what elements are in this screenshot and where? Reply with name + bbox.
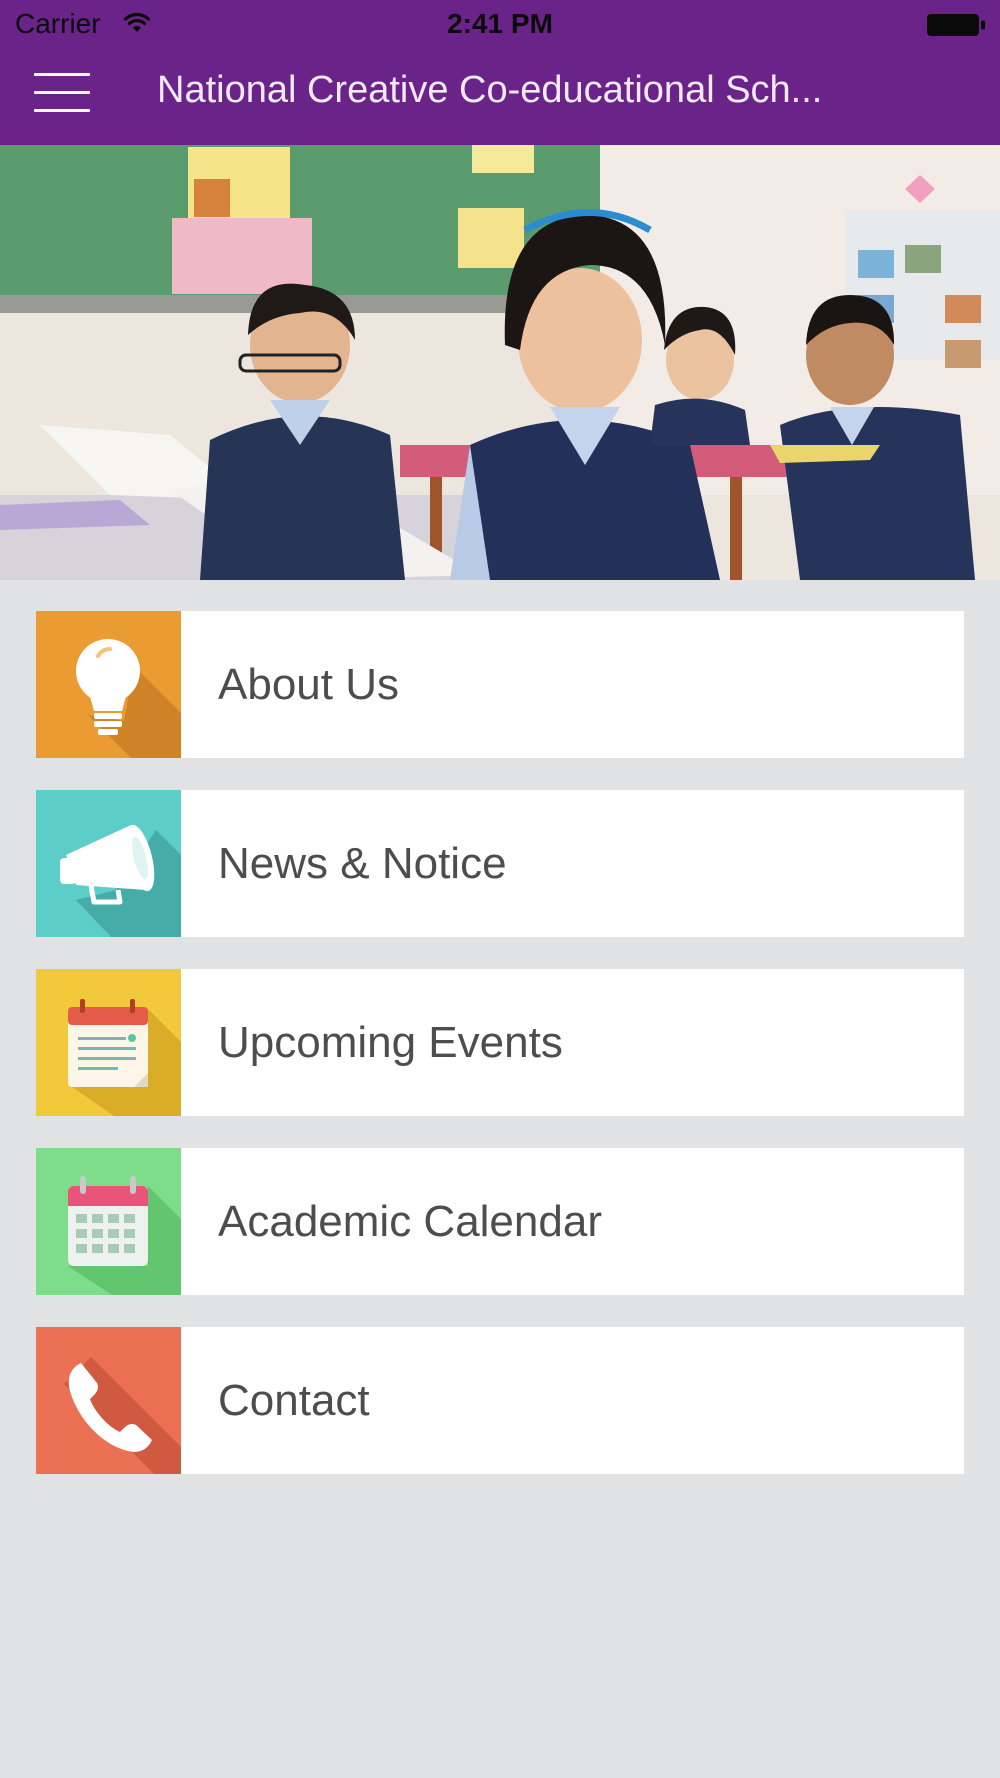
contact-tile xyxy=(36,1327,181,1474)
academic-calendar-tile xyxy=(36,1148,181,1295)
menu-item-upcoming-events[interactable]: Upcoming Events xyxy=(36,969,964,1116)
page-title: National Creative Co-educational Sch... xyxy=(157,69,823,111)
status-time: 2:41 PM xyxy=(447,8,553,39)
phone-icon xyxy=(36,1327,181,1474)
classroom-hero-image xyxy=(0,145,1000,580)
notepad-calendar-icon xyxy=(36,969,181,1116)
menu-item-contact[interactable]: Contact xyxy=(36,1327,964,1474)
menu-item-news-notice[interactable]: News & Notice xyxy=(36,790,964,937)
top-bar: Carrier 2:41 PM National Creative Co-edu… xyxy=(0,0,1000,145)
app-screen: Carrier 2:41 PM National Creative Co-edu… xyxy=(0,0,1000,1778)
main-menu-list: About Us News & Notice Upcoming Events A… xyxy=(36,611,964,1506)
status-bar: Carrier 2:41 PM xyxy=(0,0,1000,50)
calendar-grid-icon xyxy=(36,1148,181,1295)
menu-item-academic-calendar[interactable]: Academic Calendar xyxy=(36,1148,964,1295)
menu-item-about-us[interactable]: About Us xyxy=(36,611,964,758)
upcoming-events-tile xyxy=(36,969,181,1116)
classroom-photo xyxy=(0,145,1000,580)
about-us-tile xyxy=(36,611,181,758)
megaphone-icon xyxy=(36,790,181,937)
menu-item-label: About Us xyxy=(218,660,399,709)
lightbulb-icon xyxy=(36,611,181,758)
menu-item-label: Academic Calendar xyxy=(218,1197,602,1246)
hamburger-menu-icon[interactable] xyxy=(30,60,94,124)
menu-item-label: Contact xyxy=(218,1376,370,1425)
news-notice-tile xyxy=(36,790,181,937)
menu-item-label: News & Notice xyxy=(218,839,507,888)
battery-icon xyxy=(927,14,985,36)
navigation-bar: National Creative Co-educational Sch... xyxy=(0,50,1000,145)
menu-item-label: Upcoming Events xyxy=(218,1018,563,1067)
